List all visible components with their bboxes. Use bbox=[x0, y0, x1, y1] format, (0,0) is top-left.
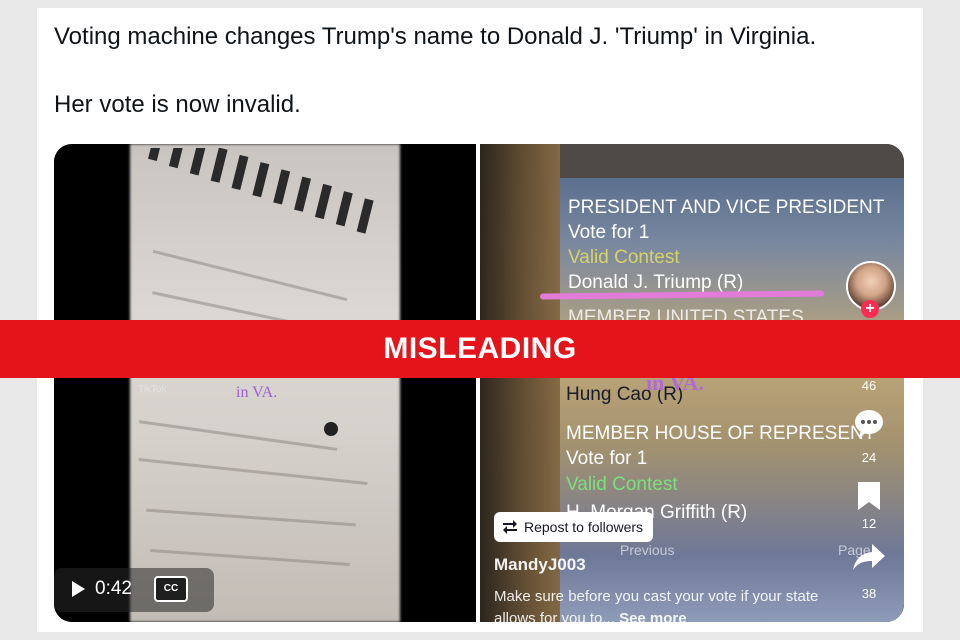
left-video[interactable]: TikTok in VA. 0:42 CC bbox=[54, 144, 476, 622]
machine-screen-top bbox=[560, 144, 904, 180]
video-caption: Make sure before you cast your vote if y… bbox=[494, 586, 824, 622]
repost-label: Repost to followers bbox=[524, 519, 644, 535]
ballot-vote-for-2: Vote for 1 bbox=[566, 448, 648, 469]
bookmark-shape-icon bbox=[858, 482, 880, 510]
media-grid[interactable]: TikTok in VA. 0:42 CC PRESIDENT AND VICE… bbox=[54, 144, 904, 622]
ballot-heading-president: PRESIDENT AND VICE PRESIDENT bbox=[568, 197, 885, 218]
left-overlay-text: in VA. bbox=[236, 384, 278, 401]
ballot-valid-contest: Valid Contest bbox=[568, 247, 680, 268]
comment-icon[interactable] bbox=[851, 408, 887, 445]
ballot-valid-contest-2: Valid Contest bbox=[566, 474, 678, 495]
right-video[interactable]: PRESIDENT AND VICE PRESIDENT Vote for 1 … bbox=[480, 144, 904, 622]
play-icon[interactable] bbox=[72, 581, 85, 597]
ballot-dot bbox=[324, 422, 338, 436]
comment-bubble-icon bbox=[855, 410, 883, 438]
repost-button[interactable]: Repost to followers bbox=[494, 512, 654, 542]
share-count: 38 bbox=[861, 586, 877, 601]
misleading-label: MISLEADING bbox=[383, 332, 577, 365]
share-icon[interactable] bbox=[851, 542, 887, 577]
video-time: 0:42 bbox=[95, 578, 132, 599]
cc-button[interactable]: CC bbox=[153, 576, 188, 602]
ballot-heading-house: MEMBER HOUSE OF REPRESENT bbox=[566, 423, 876, 444]
barcode-marks bbox=[148, 148, 374, 234]
repost-icon bbox=[503, 520, 517, 534]
machine-frame bbox=[480, 144, 560, 622]
bookmark-icon[interactable] bbox=[851, 480, 887, 517]
follow-plus-icon[interactable]: + bbox=[861, 300, 879, 318]
video-controls: 0:42 CC bbox=[72, 572, 188, 606]
ballot-vote-for: Vote for 1 bbox=[568, 222, 650, 243]
misleading-banner: MISLEADING bbox=[0, 320, 960, 378]
like-count: 46 bbox=[861, 378, 877, 393]
post-text: Voting machine changes Trump's name to D… bbox=[54, 20, 914, 122]
tiktok-watermark: TikTok bbox=[138, 384, 167, 395]
post-line-1: Voting machine changes Trump's name to D… bbox=[54, 23, 817, 50]
see-more-link[interactable]: See more bbox=[619, 610, 687, 622]
save-count: 12 bbox=[861, 516, 877, 531]
creator-username[interactable]: MandyJ003 bbox=[494, 555, 586, 575]
post-line-2: Her vote is now invalid. bbox=[54, 91, 301, 118]
comment-count: 24 bbox=[861, 450, 877, 465]
share-arrow-icon bbox=[853, 544, 885, 570]
